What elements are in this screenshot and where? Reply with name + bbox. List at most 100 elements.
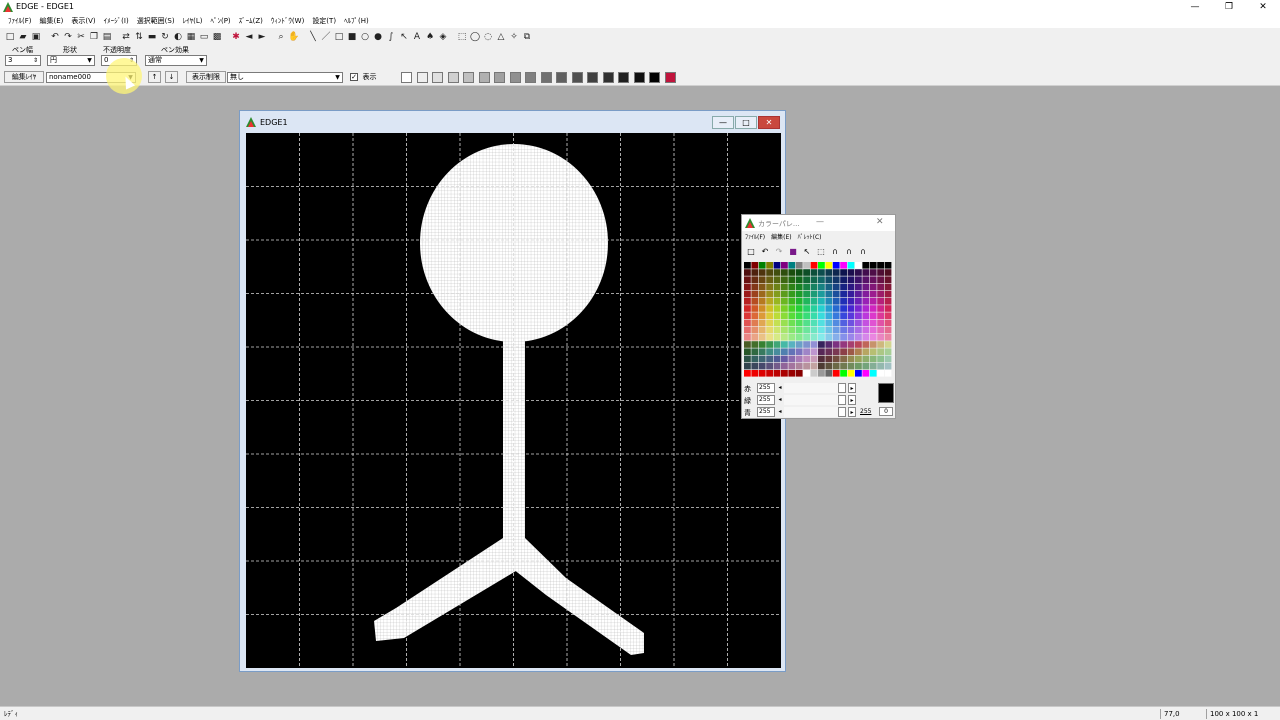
- zoom-icon[interactable]: ⌕: [275, 31, 287, 43]
- palette-color-cell[interactable]: [825, 326, 833, 334]
- tone-swatch[interactable]: [540, 72, 552, 83]
- palette-color-cell[interactable]: [855, 355, 862, 363]
- show-layer-checkbox[interactable]: ✓ 表示: [350, 72, 377, 82]
- palette-color-cell[interactable]: [884, 341, 892, 348]
- rotate-icon[interactable]: ↻: [159, 31, 171, 43]
- pen-shape-select[interactable]: 円 ▼: [47, 55, 95, 66]
- palette-color-cell[interactable]: [773, 370, 781, 377]
- tone-swatch[interactable]: [447, 72, 459, 83]
- palette-color-cell[interactable]: [884, 355, 892, 363]
- blue-slider[interactable]: [784, 407, 844, 417]
- stretch-icon[interactable]: ▬: [146, 31, 158, 43]
- palette-color-cell[interactable]: [832, 326, 840, 334]
- palette-color-cell[interactable]: [825, 312, 833, 319]
- color-index-value[interactable]: 0: [879, 407, 893, 416]
- palette-color-cell[interactable]: [847, 355, 855, 363]
- palette-color-cell[interactable]: [744, 276, 751, 283]
- palette-color-cell[interactable]: [862, 341, 870, 348]
- palette-color-cell[interactable]: [847, 283, 855, 291]
- undo-icon[interactable]: ↶: [759, 246, 771, 258]
- palette-color-cell[interactable]: [884, 269, 892, 276]
- palette-color-cell[interactable]: [825, 341, 833, 348]
- palette-color-cell[interactable]: [773, 262, 781, 269]
- tone-swatch[interactable]: [494, 72, 505, 83]
- palette-color-cell[interactable]: [877, 298, 884, 305]
- palette-color-cell[interactable]: [744, 298, 751, 305]
- menu-view[interactable]: 表示(V): [67, 14, 99, 28]
- palette-color-cell[interactable]: [869, 269, 877, 276]
- palette-color-cell[interactable]: [744, 262, 751, 269]
- alpha-value[interactable]: 255: [860, 408, 871, 415]
- palette-color-cell[interactable]: [855, 290, 862, 298]
- palette-color-cell[interactable]: [869, 283, 877, 291]
- palette-color-cell[interactable]: [803, 348, 810, 355]
- palette-color-cell[interactable]: [825, 276, 833, 283]
- palette-color-cell[interactable]: [773, 326, 781, 334]
- palette-color-cell[interactable]: [744, 348, 751, 355]
- palette-menu-palette[interactable]: ﾊﾟﾚｯﾄ(C): [795, 232, 825, 244]
- palette-color-cell[interactable]: [781, 290, 788, 298]
- palette-color-cell[interactable]: [832, 276, 840, 283]
- palette-color-cell[interactable]: [758, 276, 766, 283]
- select-rect-icon[interactable]: ⬚: [456, 31, 468, 43]
- palette-color-cell[interactable]: [788, 326, 796, 334]
- palette-color-cell[interactable]: [803, 262, 810, 269]
- palette-color-cell[interactable]: [825, 298, 833, 305]
- palette-color-cell[interactable]: [766, 334, 773, 341]
- open-folder-icon[interactable]: ▰: [17, 31, 29, 43]
- palette-color-cell[interactable]: [766, 362, 773, 370]
- palette-color-cell[interactable]: [751, 334, 759, 341]
- palette-color-cell[interactable]: [788, 319, 796, 327]
- palette-color-cell[interactable]: [751, 348, 759, 355]
- palette-color-cell[interactable]: [884, 312, 892, 319]
- palette-color-cell[interactable]: [825, 370, 833, 377]
- palette-color-cell[interactable]: [862, 290, 870, 298]
- palette-color-cell[interactable]: [766, 348, 773, 355]
- palette-color-cell[interactable]: [758, 334, 766, 341]
- palette-color-cell[interactable]: [847, 334, 855, 341]
- tone-swatch[interactable]: [633, 72, 645, 83]
- palette-color-cell[interactable]: [744, 362, 751, 370]
- palette-color-cell[interactable]: [766, 298, 773, 305]
- palette-color-cell[interactable]: [825, 348, 833, 355]
- palette-color-cell[interactable]: [832, 319, 840, 327]
- palette-color-cell[interactable]: [773, 319, 781, 327]
- palette-color-cell[interactable]: [855, 283, 862, 291]
- palette-color-cell[interactable]: [795, 283, 803, 291]
- palette-color-cell[interactable]: [847, 326, 855, 334]
- menu-pen[interactable]: ﾍﾟﾝ(P): [206, 14, 234, 28]
- palette-color-cell[interactable]: [810, 305, 818, 312]
- palette-color-cell[interactable]: [795, 326, 803, 334]
- palette-color-cell[interactable]: [781, 334, 788, 341]
- palette-color-cell[interactable]: [795, 362, 803, 370]
- palette-color-cell[interactable]: [773, 305, 781, 312]
- palette-color-cell[interactable]: [795, 269, 803, 276]
- blue-value[interactable]: 255: [757, 407, 775, 417]
- palette-color-cell[interactable]: [788, 355, 796, 363]
- palette-color-cell[interactable]: [810, 312, 818, 319]
- palette-color-cell[interactable]: [788, 290, 796, 298]
- palette-color-cell[interactable]: [884, 319, 892, 327]
- palette-color-cell[interactable]: [862, 269, 870, 276]
- airbrush-icon[interactable]: ♠: [424, 31, 436, 43]
- palette-color-cell[interactable]: [818, 283, 825, 291]
- palette-color-cell[interactable]: [810, 290, 818, 298]
- palette-color-cell[interactable]: [788, 269, 796, 276]
- palette-color-cell[interactable]: [818, 312, 825, 319]
- palette-color-cell[interactable]: [847, 312, 855, 319]
- palette-color-cell[interactable]: [818, 326, 825, 334]
- palette-color-cell[interactable]: [832, 348, 840, 355]
- palette-color-cell[interactable]: [840, 290, 847, 298]
- palette-color-cell[interactable]: [795, 319, 803, 327]
- eyedropper-icon[interactable]: ↖: [398, 31, 410, 43]
- palette-color-cell[interactable]: [825, 319, 833, 327]
- palette-color-cell[interactable]: [766, 305, 773, 312]
- tone-swatch[interactable]: [649, 72, 660, 83]
- menu-layer[interactable]: ﾚｲﾔ(L): [179, 14, 207, 28]
- display-limit-select[interactable]: 無し ▼: [227, 72, 343, 83]
- palette-color-cell[interactable]: [766, 326, 773, 334]
- palette-color-cell[interactable]: [877, 290, 884, 298]
- green-slider-thumb[interactable]: [838, 395, 846, 405]
- palette-color-cell[interactable]: [788, 262, 796, 269]
- palette-swatch-icon[interactable]: ■: [787, 246, 799, 258]
